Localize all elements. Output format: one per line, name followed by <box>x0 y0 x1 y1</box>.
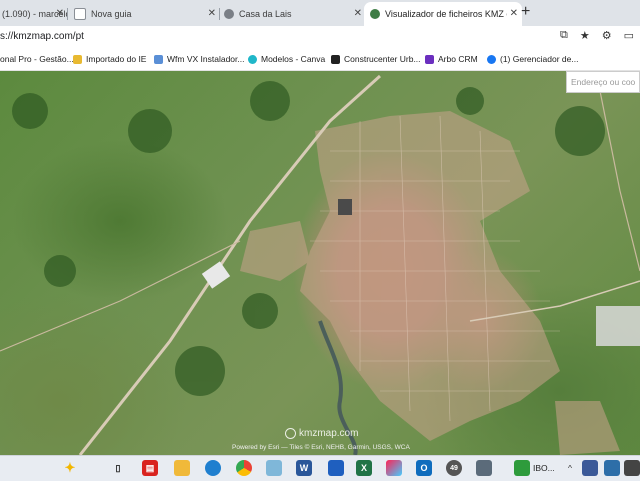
bookmark-7[interactable]: (1) Gerenciador de... <box>487 54 578 64</box>
app-tray-icon[interactable] <box>604 460 620 476</box>
close-icon[interactable]: ✕ <box>354 8 362 19</box>
tab-4-title: Visualizador de ficheiros KMZ e KML <box>385 9 507 19</box>
photos-icon[interactable] <box>266 460 282 476</box>
map-attribution: Powered by Esri — Tiles © Esri, NEHB, Ga… <box>232 444 410 451</box>
outlook-icon[interactable]: O <box>416 460 432 476</box>
bookmark-label: (1) Gerenciador de... <box>500 54 579 64</box>
extensions-icon[interactable]: ⚙ <box>602 29 612 42</box>
system-tray-icon[interactable] <box>624 460 640 476</box>
page-icon <box>74 8 86 20</box>
meta-icon <box>487 54 496 64</box>
page-icon <box>154 54 163 64</box>
bookmark-6[interactable]: Arbo CRM <box>425 54 478 64</box>
chrome-icon[interactable] <box>236 460 252 476</box>
calculator-icon[interactable] <box>476 460 492 476</box>
bookmark-label: Wfm VX Instalador... <box>167 54 245 64</box>
industrial-building <box>596 306 640 346</box>
task-view-icon[interactable]: ▯ <box>110 460 126 476</box>
building <box>338 199 352 215</box>
tab-3-title: Casa da Lais <box>239 9 292 19</box>
tab-4-active[interactable]: Visualizador de ficheiros KMZ e KML ✕ <box>364 2 522 26</box>
road <box>599 90 640 272</box>
bookmark-label: Arbo CRM <box>438 54 478 64</box>
bookmark-label: Construcenter Urb... <box>344 54 421 64</box>
map-features <box>0 74 640 455</box>
kmzmap-logo-icon <box>285 428 296 439</box>
bookmark-2[interactable]: Importado do IE <box>73 54 146 64</box>
edge-icon[interactable] <box>205 460 221 476</box>
arbo-icon <box>425 54 434 64</box>
bookmark-5[interactable]: Construcenter Urb... <box>331 54 421 64</box>
bookmark-3[interactable]: Wfm VX Instalador... <box>154 54 244 64</box>
address-bar-icons: ⧉ ★ ⚙ ▭ <box>560 29 634 42</box>
watermark-text: kmzmap.com <box>299 428 359 439</box>
stocks-icon[interactable] <box>514 460 530 476</box>
address-bar-row: s://kmzmap.com/pt ⧉ ★ ⚙ ▭ <box>0 26 640 50</box>
excel-icon[interactable]: X <box>356 460 372 476</box>
copilot-icon[interactable] <box>386 460 402 476</box>
bookmark-label: Importado do IE <box>86 54 147 64</box>
notification-badge[interactable]: 49 <box>446 460 462 476</box>
copilot-sparkle-icon[interactable]: ✦ <box>62 460 78 476</box>
close-icon[interactable]: ✕ <box>56 8 64 19</box>
tab-2[interactable]: Nova guia ✕ <box>70 2 220 26</box>
store-icon[interactable] <box>328 460 344 476</box>
tab-3[interactable]: Casa da Lais ✕ <box>220 2 366 26</box>
address-search-input[interactable]: Endereço ou coo <box>566 71 640 93</box>
url-field[interactable]: s://kmzmap.com/pt <box>0 31 84 42</box>
bookmark-label: Modelos - Canva <box>261 54 326 64</box>
folder-icon <box>73 54 82 64</box>
close-icon[interactable]: ✕ <box>208 8 216 19</box>
bookmark-1[interactable]: onal Pro - Gestão... <box>0 54 74 64</box>
satellite-map[interactable]: Endereço ou coo kmzmap.com Powered by Es… <box>0 71 640 455</box>
tab-1[interactable]: (1.090) - marcelo ✕ <box>0 2 68 26</box>
kmz-site-icon <box>370 9 380 19</box>
tab-2-title: Nova guia <box>91 9 132 19</box>
construcenter-icon <box>331 54 340 64</box>
bookmark-4[interactable]: Modelos - Canva <box>248 54 325 64</box>
apps-icon[interactable]: ⧉ <box>560 29 568 42</box>
chevron-up-icon[interactable]: ^ <box>568 463 572 473</box>
new-tab-plus-icon[interactable]: + <box>521 3 530 21</box>
windows-taskbar: ✦ ▯ ▤ W X O 49 IBO... ^ <box>0 455 640 481</box>
canva-icon <box>248 54 257 64</box>
stocks-label[interactable]: IBO... <box>533 463 555 473</box>
globe-icon <box>224 9 234 19</box>
tab-strip: (1.090) - marcelo ✕ Nova guia ✕ Casa da … <box>0 0 640 26</box>
network-icon[interactable] <box>582 460 598 476</box>
kmzmap-watermark: kmzmap.com <box>285 428 358 439</box>
road <box>0 240 241 352</box>
split-screen-icon[interactable]: ▭ <box>624 29 634 42</box>
file-explorer-icon[interactable] <box>174 460 190 476</box>
bookmark-label: onal Pro - Gestão... <box>0 54 74 64</box>
pdf-icon[interactable]: ▤ <box>142 460 158 476</box>
star-icon[interactable]: ★ <box>580 29 590 42</box>
bookmarks-bar: onal Pro - Gestão... Importado do IE Wfm… <box>0 50 640 71</box>
word-icon[interactable]: W <box>296 460 312 476</box>
close-icon[interactable]: ✕ <box>510 8 518 19</box>
